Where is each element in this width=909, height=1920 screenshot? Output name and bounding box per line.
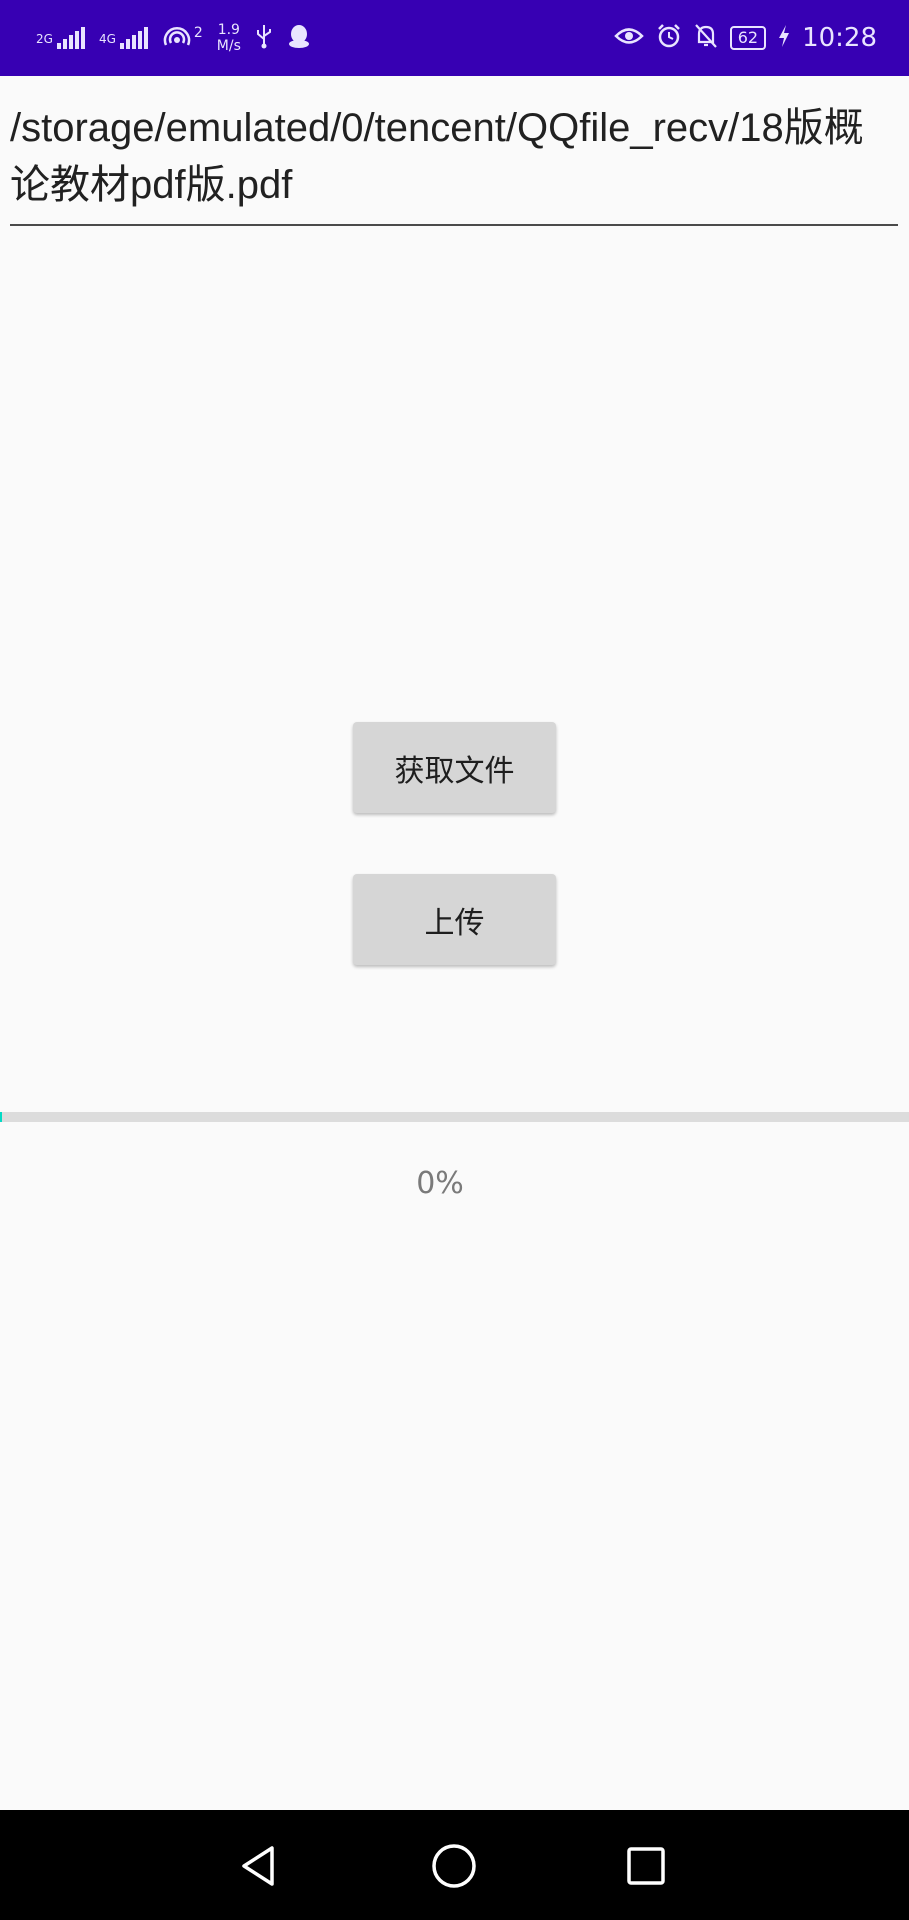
signal-icon-sim1: 2G bbox=[36, 27, 85, 49]
signal-icon-sim2: 4G bbox=[99, 27, 148, 49]
file-path-underline bbox=[10, 224, 898, 226]
status-bar-left: 2G 4G 2 1.9 M/s bbox=[36, 0, 311, 76]
file-path-text[interactable]: /storage/emulated/0/tencent/QQfile_recv/… bbox=[10, 100, 898, 214]
upload-button[interactable]: 上传 bbox=[353, 874, 556, 965]
battery-level: 62 bbox=[737, 28, 759, 47]
upload-progress-bar bbox=[0, 1112, 909, 1122]
qq-icon bbox=[287, 23, 311, 53]
notifications-off-icon bbox=[694, 23, 718, 53]
status-bar: 2G 4G 2 1.9 M/s 62 10:28 bbox=[0, 0, 909, 76]
charging-icon bbox=[778, 24, 790, 52]
upload-progress-percent: 0% bbox=[416, 1166, 464, 1201]
status-bar-right: 62 10:28 bbox=[613, 0, 877, 76]
signal-type-label: 4G bbox=[98, 32, 116, 46]
clock: 10:28 bbox=[802, 23, 877, 53]
recents-icon[interactable] bbox=[620, 1840, 672, 1892]
signal-type-label: 2G bbox=[36, 32, 53, 46]
eye-comfort-icon bbox=[613, 25, 644, 51]
hotspot-count: 2 bbox=[193, 25, 203, 41]
navigation-bar bbox=[0, 1810, 909, 1920]
network-speed: 1.9 M/s bbox=[217, 22, 241, 54]
battery-icon: 62 bbox=[729, 26, 767, 50]
file-path-field[interactable]: /storage/emulated/0/tencent/QQfile_recv/… bbox=[10, 100, 898, 226]
home-icon[interactable] bbox=[428, 1840, 480, 1892]
usb-icon bbox=[255, 23, 273, 53]
alarm-icon bbox=[656, 23, 682, 53]
upload-progress-fill bbox=[0, 1112, 2, 1122]
network-speed-unit: M/s bbox=[216, 38, 241, 54]
hotspot-icon: 2 bbox=[162, 25, 203, 51]
network-speed-value: 1.9 bbox=[217, 22, 240, 38]
get-file-button[interactable]: 获取文件 bbox=[353, 722, 556, 813]
back-icon[interactable] bbox=[234, 1840, 286, 1892]
